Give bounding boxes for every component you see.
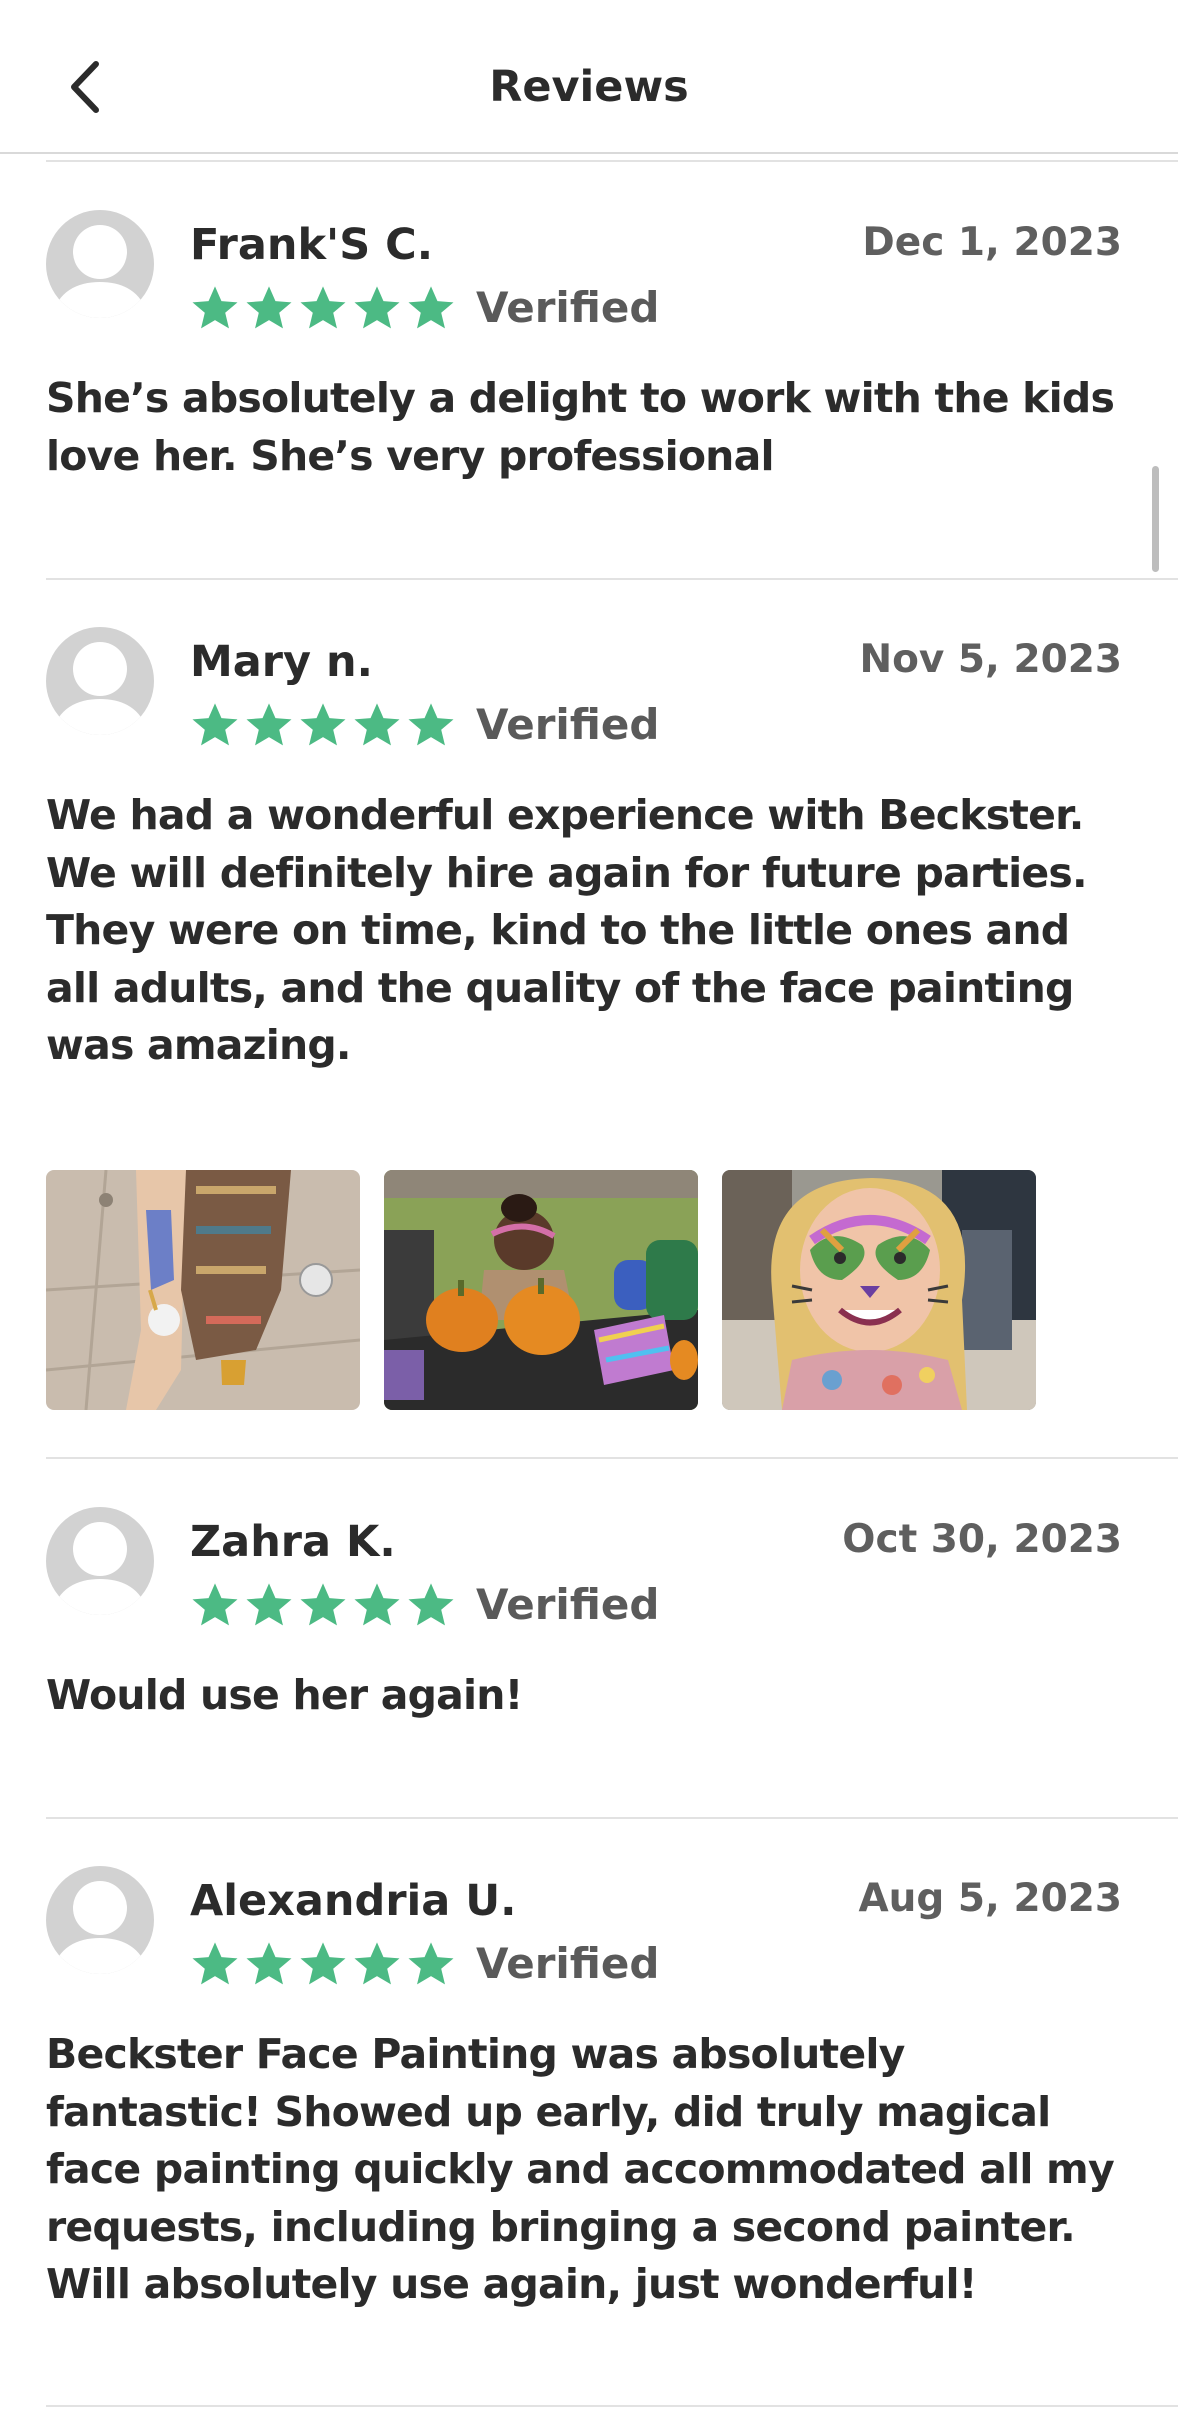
star-icon bbox=[298, 1580, 348, 1630]
star-rating: Verified bbox=[190, 1938, 659, 1990]
verified-label: Verified bbox=[476, 700, 660, 749]
review-divider bbox=[46, 578, 1178, 580]
review-date: Nov 5, 2023 bbox=[859, 637, 1122, 682]
star-icon bbox=[244, 1939, 294, 1989]
child-pumpkin-table-photo bbox=[384, 1170, 698, 1410]
review-date: Aug 5, 2023 bbox=[858, 1876, 1122, 1921]
review-divider bbox=[46, 2405, 1178, 2407]
review-divider bbox=[46, 1817, 1178, 1819]
star-icon bbox=[244, 1580, 294, 1630]
star-rating: Verified bbox=[190, 699, 659, 751]
top-app-bar: Reviews bbox=[0, 0, 1178, 154]
star-icon bbox=[244, 700, 294, 750]
star-icon bbox=[352, 1939, 402, 1989]
verified-label: Verified bbox=[476, 1939, 660, 1988]
unicorn-leg-painting-photo bbox=[46, 1170, 360, 1410]
review-date: Oct 30, 2023 bbox=[842, 1517, 1122, 1562]
star-icon bbox=[352, 1580, 402, 1630]
star-icon bbox=[352, 283, 402, 333]
avatar bbox=[46, 210, 154, 318]
star-icon bbox=[352, 700, 402, 750]
verified-label: Verified bbox=[476, 1580, 660, 1629]
star-icon bbox=[406, 1580, 456, 1630]
star-rating: Verified bbox=[190, 1579, 659, 1631]
avatar bbox=[46, 1866, 154, 1974]
reviewer-name: Alexandria U. bbox=[190, 1876, 517, 1926]
review-photo[interactable] bbox=[722, 1170, 1036, 1410]
review-divider bbox=[46, 1457, 1178, 1459]
star-icon bbox=[190, 283, 240, 333]
review-text: Would use her again! bbox=[46, 1671, 523, 1719]
reviewer-name: Zahra K. bbox=[190, 1517, 396, 1567]
star-icon bbox=[406, 1939, 456, 1989]
star-icon bbox=[190, 700, 240, 750]
star-icon bbox=[244, 283, 294, 333]
review-photos bbox=[46, 1170, 1036, 1410]
star-icon bbox=[298, 283, 348, 333]
review-photo[interactable] bbox=[46, 1170, 360, 1410]
star-rating: Verified bbox=[190, 282, 659, 334]
review-photo[interactable] bbox=[384, 1170, 698, 1410]
scrollbar[interactable] bbox=[1152, 466, 1159, 572]
review-date: Dec 1, 2023 bbox=[862, 220, 1122, 265]
review-text: She’s absolutely a delight to work with … bbox=[46, 374, 1115, 480]
star-icon bbox=[298, 700, 348, 750]
avatar bbox=[46, 1507, 154, 1615]
list-top-divider bbox=[46, 160, 1178, 162]
reviewer-name: Frank'S C. bbox=[190, 220, 434, 270]
page-title: Reviews bbox=[489, 62, 689, 112]
girl-tiger-face-paint-photo bbox=[722, 1170, 1036, 1410]
avatar bbox=[46, 627, 154, 735]
star-icon bbox=[190, 1939, 240, 1989]
star-icon bbox=[190, 1580, 240, 1630]
star-icon bbox=[298, 1939, 348, 1989]
reviewer-name: Mary n. bbox=[190, 637, 373, 687]
star-icon bbox=[406, 283, 456, 333]
star-icon bbox=[406, 700, 456, 750]
review-text: Beckster Face Painting was absolutely fa… bbox=[46, 2030, 1115, 2308]
review-text: We had a wonderful experience with Becks… bbox=[46, 791, 1088, 1069]
verified-label: Verified bbox=[476, 283, 660, 332]
